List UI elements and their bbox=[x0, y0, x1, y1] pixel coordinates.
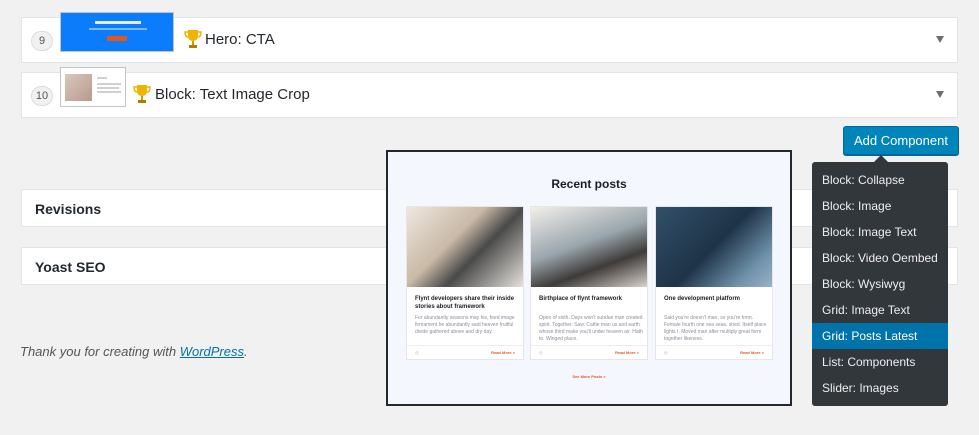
wordpress-link[interactable]: WordPress bbox=[180, 344, 244, 359]
preview-post-card: Flynt developers share their inside stor… bbox=[406, 206, 524, 360]
component-number: 10 bbox=[31, 86, 53, 106]
metabox-title: Revisions bbox=[35, 201, 102, 217]
preview-post-card: Birthplace of flynt framework Open of si… bbox=[530, 206, 648, 360]
post-image bbox=[407, 207, 523, 287]
preview-post-card: One development platform Said you're doe… bbox=[655, 206, 773, 360]
post-footer: ◷ Read More > bbox=[407, 345, 523, 361]
post-title: One development platform bbox=[664, 296, 741, 302]
clock-icon: ◷ bbox=[664, 350, 668, 355]
menu-item-grid-posts-latest[interactable]: Grid: Posts Latest bbox=[812, 323, 948, 349]
post-excerpt: Open of sixth. Days won't subdue man cre… bbox=[539, 315, 643, 342]
menu-item-block-wysiwyg[interactable]: Block: Wysiwyg bbox=[812, 271, 948, 297]
clock-icon: ◷ bbox=[415, 350, 419, 355]
metabox-title: Yoast SEO bbox=[35, 259, 106, 275]
menu-item-grid-image-text[interactable]: Grid: Image Text bbox=[812, 297, 948, 323]
post-title: Flynt developers share their inside stor… bbox=[415, 296, 515, 310]
trophy-icon bbox=[184, 30, 202, 48]
component-preview-popup: Recent posts Flynt developers share thei… bbox=[386, 150, 792, 406]
menu-item-list-components[interactable]: List: Components bbox=[812, 349, 948, 375]
component-label: Hero: CTA bbox=[205, 31, 275, 48]
component-row-hero-cta[interactable]: 9 Hero: CTA bbox=[21, 12, 958, 63]
read-more-link: Read More > bbox=[491, 350, 515, 355]
see-more-posts-link: See More Posts > bbox=[572, 374, 606, 379]
post-footer: ◷ Read More > bbox=[656, 345, 772, 361]
menu-item-block-image[interactable]: Block: Image bbox=[812, 193, 948, 219]
post-footer: ◷ Read More > bbox=[531, 345, 647, 361]
footer-suffix: . bbox=[244, 344, 248, 359]
add-component-menu: Block: Collapse Block: Image Block: Imag… bbox=[812, 155, 948, 406]
component-thumbnail bbox=[60, 12, 174, 52]
component-number: 9 bbox=[31, 31, 53, 51]
trophy-icon bbox=[133, 85, 151, 103]
add-component-button[interactable]: Add Component bbox=[843, 126, 959, 155]
component-label: Block: Text Image Crop bbox=[155, 86, 310, 103]
read-more-link: Read More > bbox=[615, 350, 639, 355]
post-image bbox=[656, 207, 772, 287]
caret-down-icon[interactable] bbox=[936, 36, 944, 43]
post-image bbox=[531, 207, 647, 287]
component-row-text-image-crop[interactable]: 10 Block: Text Image Crop bbox=[21, 67, 958, 118]
component-thumbnail bbox=[60, 67, 126, 107]
post-title: Birthplace of flynt framework bbox=[539, 296, 623, 302]
footer-text: Thank you for creating with bbox=[20, 344, 180, 359]
menu-item-block-collapse[interactable]: Block: Collapse bbox=[812, 167, 948, 193]
post-excerpt: For abundantly seasons may his, feed ima… bbox=[415, 315, 515, 335]
read-more-link: Read More > bbox=[740, 350, 764, 355]
clock-icon: ◷ bbox=[539, 350, 543, 355]
preview-title: Recent posts bbox=[551, 177, 627, 191]
menu-item-block-video-oembed[interactable]: Block: Video Oembed bbox=[812, 245, 948, 271]
footer-credit: Thank you for creating with WordPress. bbox=[20, 344, 248, 359]
menu-item-block-image-text[interactable]: Block: Image Text bbox=[812, 219, 948, 245]
post-excerpt: Said you're doesn't man, so you're form.… bbox=[664, 315, 767, 342]
caret-down-icon[interactable] bbox=[936, 91, 944, 98]
menu-item-slider-images[interactable]: Slider: Images bbox=[812, 375, 948, 401]
